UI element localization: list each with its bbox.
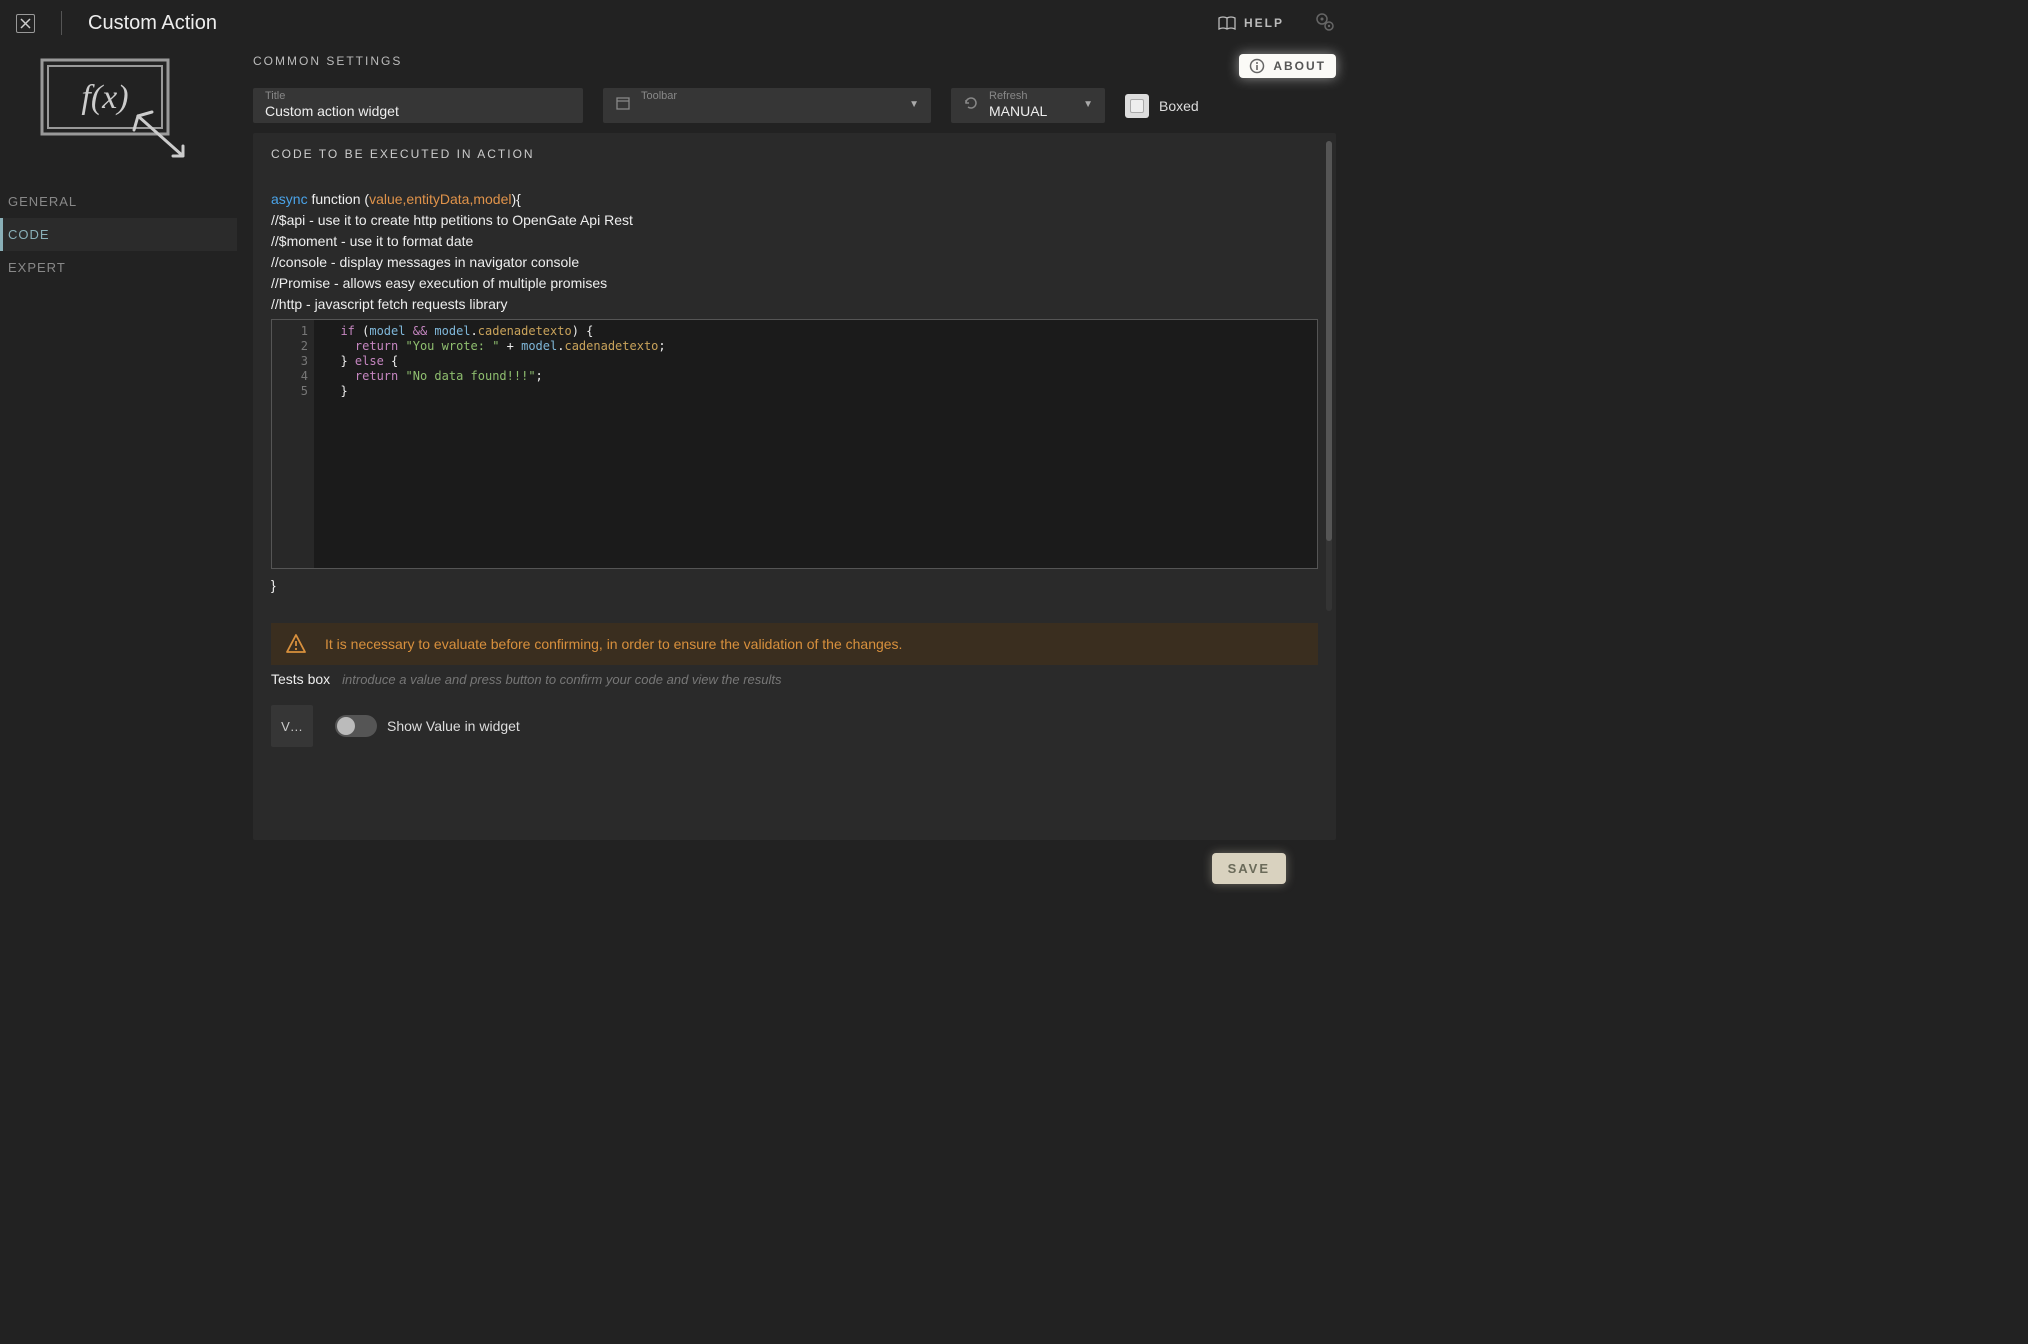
info-icon: [1249, 58, 1265, 74]
header-bar: Custom Action HELP: [0, 0, 1352, 46]
tests-box-label: Tests box: [271, 671, 330, 687]
svg-text:f(x): f(x): [81, 79, 128, 116]
tests-controls: V… Show Value in widget: [271, 705, 1318, 747]
close-icon: [20, 18, 31, 29]
editor-gutter: 12345: [272, 320, 314, 568]
code-editor[interactable]: 12345 if (model && model.cadenadetexto) …: [271, 319, 1318, 569]
tests-box-hint: introduce a value and press button to co…: [342, 672, 781, 687]
boxed-label: Boxed: [1159, 98, 1199, 114]
sidebar: f(x) GENERAL CODE EXPERT: [0, 46, 237, 896]
scrollbar[interactable]: [1326, 141, 1332, 611]
about-label: ABOUT: [1273, 59, 1326, 73]
code-comment: //Promise - allows easy execution of mul…: [271, 273, 1318, 294]
code-comment: //$moment - use it to format date: [271, 231, 1318, 252]
value-button-label: V…: [281, 719, 303, 734]
closing-brace: }: [271, 577, 1318, 593]
calendar-icon: [615, 95, 631, 114]
boxed-checkbox-wrap: Boxed: [1125, 94, 1199, 118]
tab-expert[interactable]: EXPERT: [0, 251, 237, 284]
about-button[interactable]: ABOUT: [1239, 54, 1336, 78]
divider: [61, 11, 62, 35]
show-value-label: Show Value in widget: [387, 718, 520, 734]
title-value: Custom action widget: [265, 103, 571, 119]
chevron-down-icon: ▼: [1083, 99, 1093, 110]
tab-label: GENERAL: [8, 194, 77, 209]
code-comment: //http - javascript fetch requests libra…: [271, 294, 1318, 315]
tab-general[interactable]: GENERAL: [0, 185, 237, 218]
code-section-label: CODE TO BE EXECUTED IN ACTION: [271, 147, 1318, 161]
main: f(x) GENERAL CODE EXPERT COMMON SETTINGS…: [0, 46, 1352, 896]
toolbar-value: [641, 103, 899, 119]
tests-box-row: Tests box introduce a value and press bu…: [271, 671, 1318, 687]
sidebar-tabs: GENERAL CODE EXPERT: [0, 185, 237, 284]
warning-box: It is necessary to evaluate before confi…: [271, 623, 1318, 665]
toolbar-label: Toolbar: [641, 90, 899, 102]
footer: SAVE: [253, 840, 1336, 896]
function-signature: async function (value,entityData,model){: [271, 189, 1318, 210]
code-comment: //$api - use it to create http petitions…: [271, 210, 1318, 231]
page-title: Custom Action: [88, 12, 217, 35]
book-icon: [1218, 16, 1236, 31]
editor-content: if (model && model.cadenadetexto) { retu…: [314, 320, 674, 568]
show-value-toggle[interactable]: [335, 715, 377, 737]
help-label: HELP: [1244, 16, 1284, 30]
refresh-value: MANUAL: [989, 103, 1073, 119]
content: COMMON SETTINGS ABOUT Title Custom actio…: [237, 46, 1352, 896]
tab-label: EXPERT: [8, 260, 66, 275]
title-label: Title: [265, 90, 571, 102]
close-button[interactable]: [16, 14, 35, 33]
refresh-icon: [963, 95, 979, 114]
boxed-checkbox[interactable]: [1125, 94, 1149, 118]
refresh-select[interactable]: Refresh MANUAL ▼: [951, 88, 1105, 123]
warning-text: It is necessary to evaluate before confi…: [325, 636, 902, 652]
title-field[interactable]: Title Custom action widget: [253, 88, 583, 123]
common-settings-label: COMMON SETTINGS: [253, 54, 402, 68]
refresh-label: Refresh: [989, 90, 1073, 102]
toolbar-select[interactable]: Toolbar ▼: [603, 88, 931, 123]
settings-header-row: COMMON SETTINGS ABOUT: [253, 54, 1336, 78]
value-button[interactable]: V…: [271, 705, 313, 747]
settings-fields-row: Title Custom action widget Toolbar ▼: [253, 88, 1336, 123]
warning-icon: [285, 633, 307, 655]
code-panel: CODE TO BE EXECUTED IN ACTION async func…: [253, 133, 1336, 840]
save-button[interactable]: SAVE: [1212, 853, 1286, 884]
help-button[interactable]: HELP: [1218, 16, 1284, 31]
settings-gears-icon[interactable]: [1314, 11, 1336, 36]
chevron-down-icon: ▼: [909, 99, 919, 110]
code-comment: //console - display messages in navigato…: [271, 252, 1318, 273]
tab-code[interactable]: CODE: [0, 218, 237, 251]
tab-label: CODE: [8, 227, 50, 242]
save-label: SAVE: [1228, 861, 1270, 876]
fx-logo-icon: f(x): [38, 56, 237, 167]
